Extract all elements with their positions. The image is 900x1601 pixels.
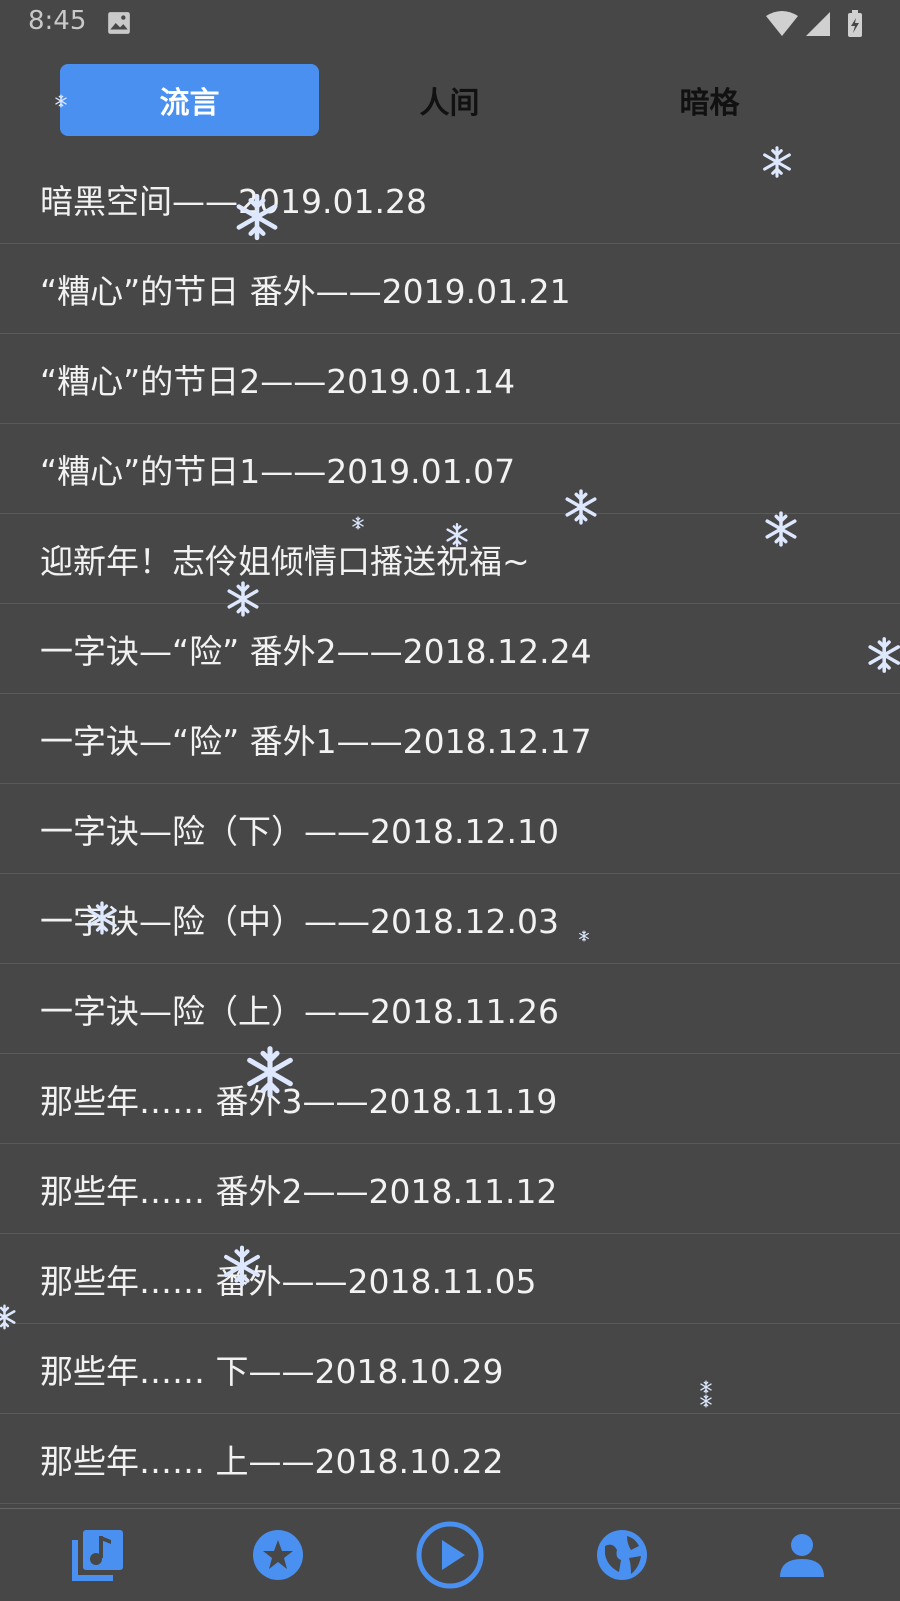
list-item[interactable]: 一字诀—险（中）——2018.12.03 [0,874,900,964]
music-library-icon [72,1530,123,1581]
status-time: 8:45 [28,6,87,36]
nav-play[interactable] [400,1509,500,1601]
nav-music-library[interactable] [48,1509,148,1601]
list-item[interactable]: 一字诀—险（下）——2018.12.10 [0,784,900,874]
list-item[interactable]: 那些年…… 下——2018.10.29 [0,1324,900,1414]
play-icon [416,1521,484,1589]
list-item[interactable]: “糟心”的节日2——2019.01.14 [0,334,900,424]
list-item[interactable]: “糟心”的节日1——2019.01.07 [0,424,900,514]
list-item[interactable]: 那些年…… 番外3——2018.11.19 [0,1054,900,1144]
bottom-nav [0,1508,900,1601]
profile-icon [780,1534,824,1577]
status-icons [766,10,862,37]
tab-renjian[interactable]: 人间 [320,64,579,136]
list-item[interactable]: 那些年…… 上——2018.10.22 [0,1414,900,1504]
list-item[interactable]: 一字诀—“险” 番外1——2018.12.17 [0,694,900,784]
cellular-signal-icon [806,12,830,36]
tab-anke[interactable]: 暗格 [580,64,839,136]
image-notification-icon [108,12,130,34]
list-item[interactable]: “糟心”的节日 番外——2019.01.21 [0,244,900,334]
nav-explore[interactable] [572,1509,672,1601]
list-item[interactable]: 一字诀—险（上）——2018.11.26 [0,964,900,1054]
tab-bar: 流言 人间 暗格 [60,64,840,136]
tab-liuyan[interactable]: 流言 [60,64,319,136]
list-item[interactable]: 那些年…… 番外2——2018.11.12 [0,1144,900,1234]
wifi-icon [766,11,798,36]
nav-favorites[interactable] [228,1509,328,1601]
status-bar: 8:45 [0,0,900,48]
nav-profile[interactable] [752,1509,852,1601]
globe-icon [597,1530,647,1580]
star-icon [253,1530,303,1580]
battery-icon [848,10,862,37]
list-item[interactable]: 迎新年！志伶姐倾情口播送祝福~ [0,514,900,604]
episode-list: 暗黑空间——2019.01.28 “糟心”的节日 番外——2019.01.21 … [0,154,900,1509]
list-item[interactable]: 暗黑空间——2019.01.28 [0,154,900,244]
list-item[interactable]: 一字诀—“险” 番外2——2018.12.24 [0,604,900,694]
list-item[interactable]: 那些年…… 番外——2018.11.05 [0,1234,900,1324]
